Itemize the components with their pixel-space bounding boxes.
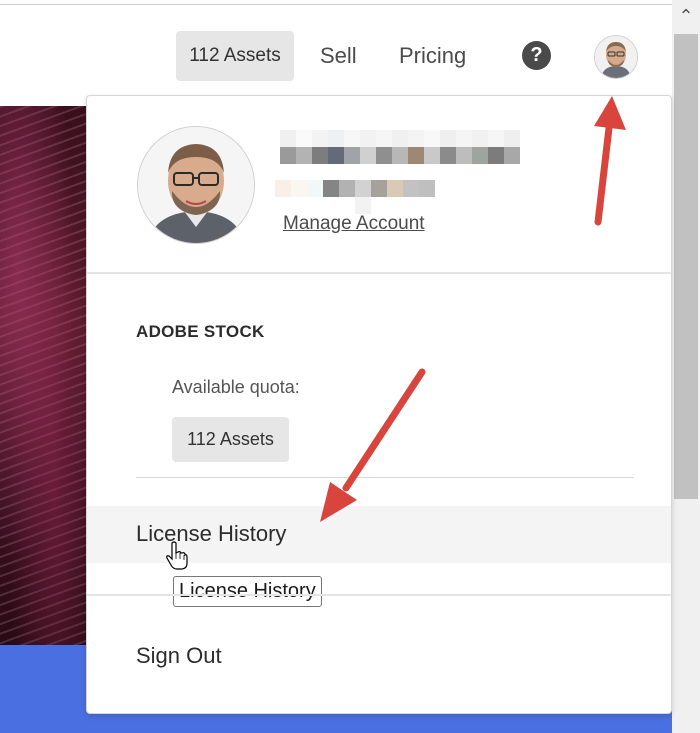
menu-divider: [136, 477, 634, 478]
quota-button[interactable]: 112 Assets: [172, 417, 289, 462]
account-menu-panel: Manage Account ADOBE STOCK Available quo…: [86, 95, 672, 714]
user-avatar-icon: [138, 127, 254, 243]
section-title-adobe-stock: ADOBE STOCK: [136, 322, 265, 341]
scroll-thumb[interactable]: [674, 34, 698, 499]
menu-divider: [87, 594, 671, 596]
assets-button[interactable]: 112 Assets: [176, 31, 294, 81]
nav-pricing-link[interactable]: Pricing: [399, 43, 466, 69]
menu-divider: [87, 272, 671, 274]
hand-cursor-icon: [166, 541, 188, 570]
license-history-label: License History: [136, 521, 287, 546]
redacted-email: [275, 180, 435, 197]
user-avatar-icon: [595, 36, 637, 78]
redacted-name: [280, 130, 520, 147]
help-icon[interactable]: ?: [522, 41, 551, 70]
manage-account-link[interactable]: Manage Account: [283, 213, 425, 235]
redacted-name-2: [280, 147, 520, 164]
profile-photo: [137, 126, 255, 244]
hero-image: [0, 106, 90, 645]
quota-label: Available quota:: [172, 377, 300, 397]
page-scrollbar[interactable]: ⌃: [672, 0, 700, 733]
account-avatar-button[interactable]: [594, 35, 638, 79]
redacted-email-2: [355, 197, 371, 214]
sign-out-link[interactable]: Sign Out: [136, 643, 222, 669]
site-header: 112 Assets Sell Pricing ?: [0, 5, 672, 105]
nav-sell-link[interactable]: Sell: [320, 43, 357, 69]
license-history-tooltip: License History: [173, 576, 322, 607]
scroll-up-icon[interactable]: ⌃: [672, 4, 700, 28]
